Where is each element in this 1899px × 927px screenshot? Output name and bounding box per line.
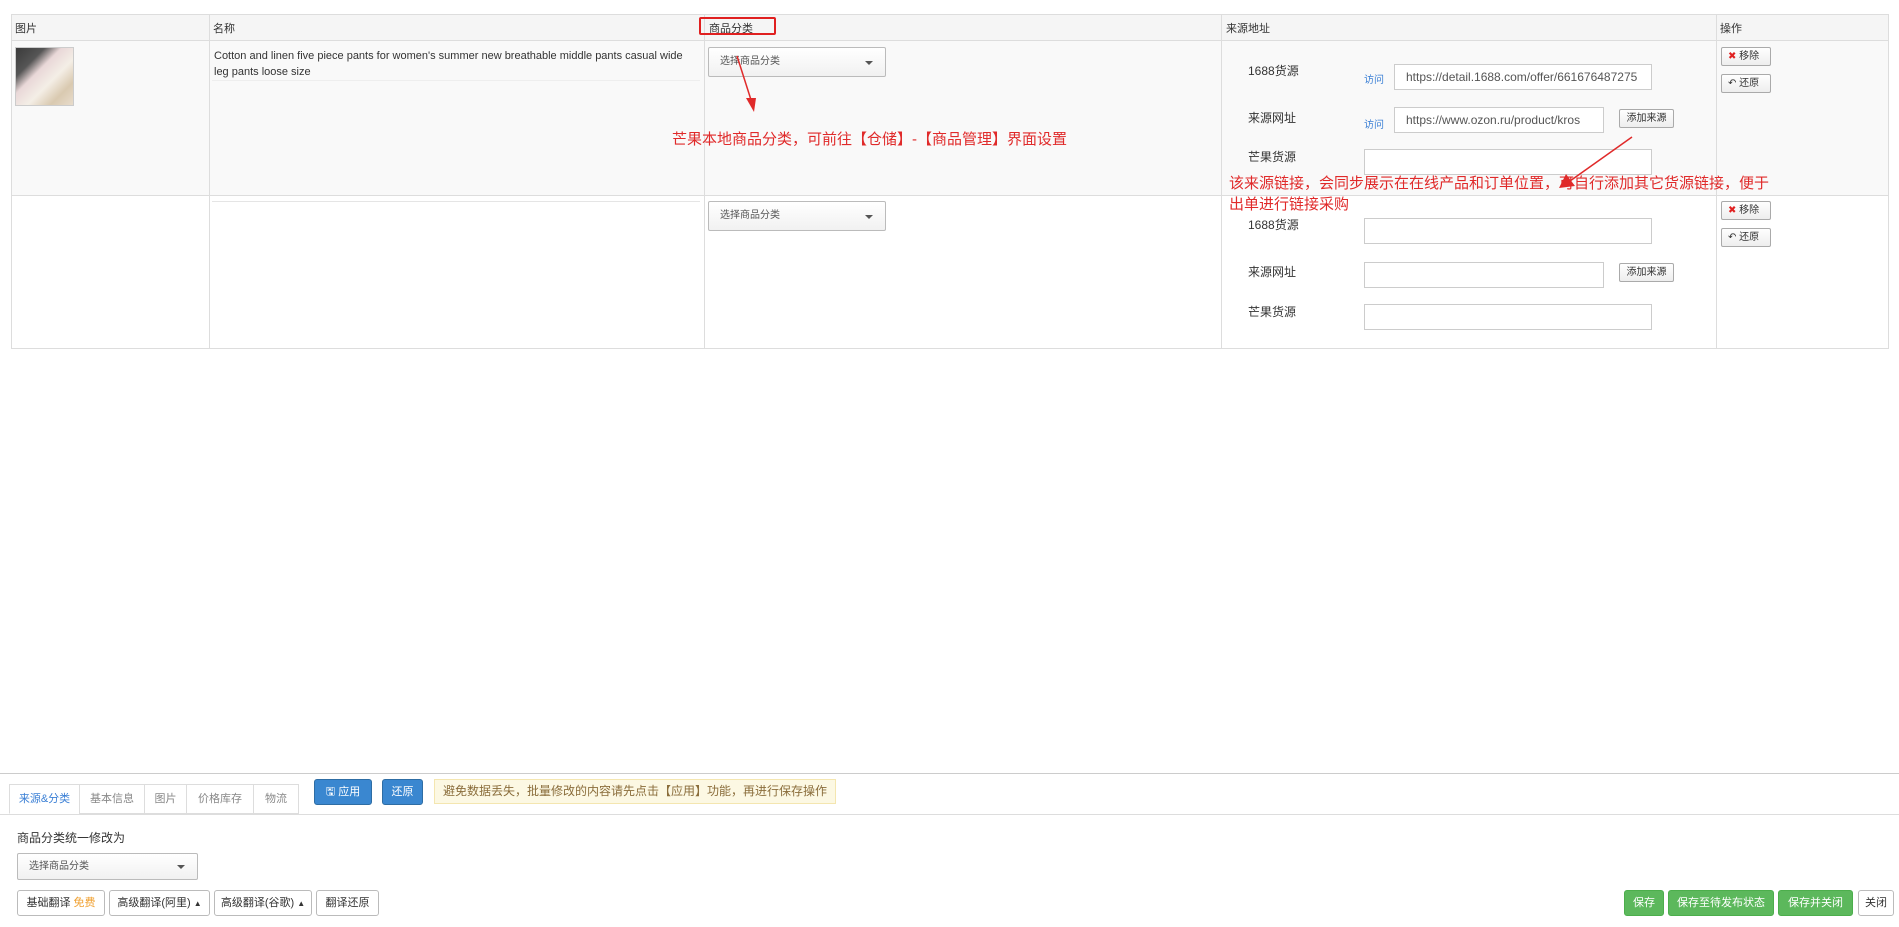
batch-category-label: 商品分类统一修改为 (17, 831, 126, 845)
annotation-arrow (736, 55, 753, 104)
restore-all-button[interactable]: 还原 (382, 779, 423, 805)
warning-note: 避免数据丢失，批量修改的内容请先点击【应用】功能，再进行保存操作 (434, 779, 837, 804)
category-annotation: 芒果本地商品分类，可前往【仓储】-【商品管理】界面设置 (672, 131, 1067, 148)
save-pending-button[interactable]: 保存至待发布状态 (1668, 890, 1774, 916)
batch-category-select[interactable]: 选择商品分类 (17, 853, 198, 880)
ali-translate-button[interactable]: 高级翻译(阿里) ▲ (109, 890, 210, 916)
save-button[interactable]: 保存 (1624, 890, 1664, 916)
annotation-arrowhead (746, 98, 756, 112)
batch-category-text: 选择商品分类 (29, 861, 89, 872)
source-annotation: 该来源链接，会同步展示在在线产品和订单位置，可自行添加其它货源链接，便于 出单进… (1229, 173, 1769, 215)
chevron-down-icon (177, 865, 185, 869)
apply-button[interactable]: 🖫 应用 (314, 779, 372, 805)
source-annotation-line2: 出单进行链接采购 (1229, 196, 1350, 213)
caret-up-icon: ▲ (193, 899, 202, 908)
save-close-button[interactable]: 保存并关闭 (1778, 890, 1853, 916)
google-translate-button[interactable]: 高级翻译(谷歌) ▲ (214, 890, 312, 916)
apply-label: 应用 (338, 786, 361, 798)
tab-basic-info[interactable]: 基本信息 (79, 784, 145, 814)
translate-restore-button[interactable]: 翻译还原 (316, 890, 379, 916)
basic-translate-label: 基础翻译 (26, 897, 71, 909)
ali-translate-label: 高级翻译(阿里) (117, 897, 191, 909)
free-badge: 免费 (73, 897, 96, 909)
source-annotation-line1: 该来源链接，会同步展示在在线产品和订单位置，可自行添加其它货源链接，便于 (1229, 175, 1770, 192)
tab-logistics[interactable]: 物流 (253, 784, 299, 814)
basic-translate-button[interactable]: 基础翻译 免费 (17, 890, 105, 916)
tab-source-category[interactable]: 来源&分类 (9, 784, 80, 814)
tab-images[interactable]: 图片 (144, 784, 187, 814)
tab-price-stock[interactable]: 价格库存 (186, 784, 254, 814)
save-icon: 🖫 (325, 786, 336, 798)
caret-up-icon: ▲ (297, 899, 306, 908)
close-button[interactable]: 关闭 (1858, 890, 1894, 916)
google-translate-label: 高级翻译(谷歌) (220, 897, 295, 909)
